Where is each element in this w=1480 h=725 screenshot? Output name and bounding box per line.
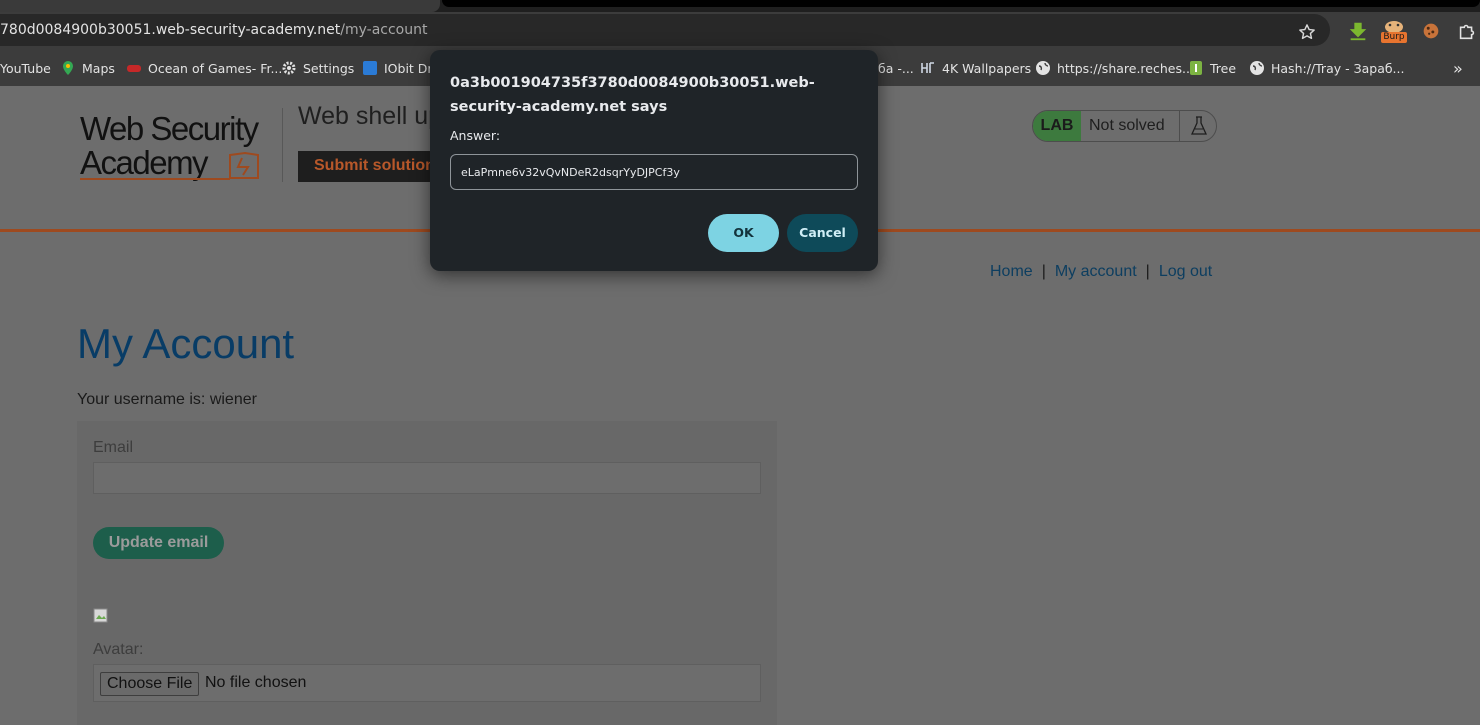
submit-solution-button[interactable]: Submit solution xyxy=(298,151,448,182)
account-form: Email Update email Avatar: Choose File N… xyxy=(77,421,777,725)
username-text: Your username is: wiener xyxy=(77,391,257,408)
email-label: Email xyxy=(93,439,134,456)
dialog-answer-label: Answer: xyxy=(450,128,501,143)
bookmark-4k-wallpapers[interactable]: 4K Wallpapers xyxy=(920,59,1031,77)
dialog-title: 0a3b001904735f3780d0084900b30051.web-sec… xyxy=(450,75,815,115)
bookmark-truncated[interactable]: ба -... xyxy=(878,59,914,77)
bookmark-share[interactable]: https://share.reches... xyxy=(1035,59,1194,77)
dialog-cancel-button[interactable]: Cancel xyxy=(787,214,858,252)
bookmark-label: https://share.reches... xyxy=(1057,60,1194,76)
bookmark-label: IObit Dri xyxy=(384,60,437,76)
url-path: /my-account xyxy=(340,22,428,38)
lab-status-text: Not solved xyxy=(1089,117,1165,134)
lab-badge: LAB xyxy=(1033,111,1081,141)
svg-text:Web Security: Web Security xyxy=(80,110,260,147)
wallpapers-icon xyxy=(921,62,934,73)
url-host: 780d0084900b30051.web-security-academy.n… xyxy=(0,22,341,38)
bookmark-settings[interactable]: Settings xyxy=(281,59,354,77)
page-title: My Account xyxy=(77,320,295,367)
logo-divider xyxy=(282,108,283,182)
maps-pin-icon xyxy=(63,61,73,75)
bookmark-label: ба -... xyxy=(878,60,914,76)
svg-text:Academy: Academy xyxy=(80,144,209,181)
bookmark-iobit[interactable]: IObit Dri xyxy=(362,59,436,77)
prompt-dialog: 0a3b001904735f3780d0084900b30051.web-sec… xyxy=(430,50,878,271)
dialog-answer-input[interactable] xyxy=(450,154,858,190)
active-tab[interactable] xyxy=(0,0,440,12)
dialog-ok-button[interactable]: OK xyxy=(708,214,779,252)
lab-title: Web shell up xyxy=(298,102,443,130)
nav-separator: | xyxy=(1145,263,1150,280)
iobit-icon xyxy=(363,61,377,75)
bookmark-ocean-of-games[interactable]: Ocean of Games- Fr... xyxy=(126,59,282,77)
url-text[interactable]: 780d0084900b30051.web-security-academy.n… xyxy=(0,22,427,38)
flask-icon xyxy=(1190,116,1208,135)
nav-my-account-link[interactable]: My account xyxy=(1055,263,1137,280)
bookmark-tree[interactable]: Tree xyxy=(1188,59,1236,77)
update-email-button[interactable]: Update email xyxy=(93,527,224,559)
bookmark-maps[interactable]: Maps xyxy=(60,59,115,77)
bookmark-star-icon[interactable] xyxy=(1297,22,1317,42)
bookmark-label: YouTube xyxy=(0,60,51,76)
nav-logout-link[interactable]: Log out xyxy=(1159,263,1212,280)
extensions-puzzle-icon[interactable] xyxy=(1456,20,1478,42)
globe-icon xyxy=(1250,61,1264,75)
account-nav: Home | My account | Log out xyxy=(990,263,1212,281)
bookmark-label: Hash://Tray - Зараб... xyxy=(1271,60,1405,76)
nav-home-link[interactable]: Home xyxy=(990,263,1033,280)
choose-file-button[interactable]: Choose File xyxy=(100,672,200,696)
bookmark-label: Tree xyxy=(1210,60,1237,76)
bookmarks-overflow-button[interactable]: » xyxy=(1453,59,1463,78)
bookmark-youtube[interactable]: YouTube xyxy=(0,59,51,77)
email-field[interactable] xyxy=(93,462,761,494)
bookmark-hash-tray[interactable]: Hash://Tray - Зараб... xyxy=(1249,59,1404,77)
address-bar[interactable]: 780d0084900b30051.web-security-academy.n… xyxy=(0,14,1330,46)
burp-extension-icon[interactable]: Burp xyxy=(1381,19,1407,43)
lab-status-widget: LAB Not solved xyxy=(1032,110,1217,142)
burp-badge: Burp xyxy=(1381,32,1407,43)
tab-strip xyxy=(0,0,1480,12)
bookmark-label: Ocean of Games- Fr... xyxy=(148,60,283,76)
avatar-label: Avatar: xyxy=(93,641,144,658)
browser-toolbar: 780d0084900b30051.web-security-academy.n… xyxy=(0,12,1480,50)
nav-separator: | xyxy=(1041,263,1046,280)
bookmark-label: Settings xyxy=(303,60,355,76)
avatar-file-input: Choose File No file chosen xyxy=(93,664,761,702)
inactive-tab[interactable] xyxy=(442,0,1480,7)
no-file-chosen-text: No file chosen xyxy=(205,674,307,691)
bookmark-label: 4K Wallpapers xyxy=(942,60,1032,76)
web-security-academy-logo[interactable]: Web Security Academy xyxy=(80,108,280,182)
globe-icon xyxy=(1036,61,1050,75)
lab-flask-button[interactable] xyxy=(1179,111,1216,141)
download-arrow-icon[interactable] xyxy=(1347,20,1369,42)
bookmark-label: Maps xyxy=(82,60,115,76)
android-icon xyxy=(1190,61,1202,75)
controller-icon xyxy=(127,65,141,72)
gear-icon xyxy=(282,61,296,75)
cookie-extension-icon[interactable] xyxy=(1420,20,1442,42)
broken-avatar-image-icon xyxy=(93,608,108,623)
